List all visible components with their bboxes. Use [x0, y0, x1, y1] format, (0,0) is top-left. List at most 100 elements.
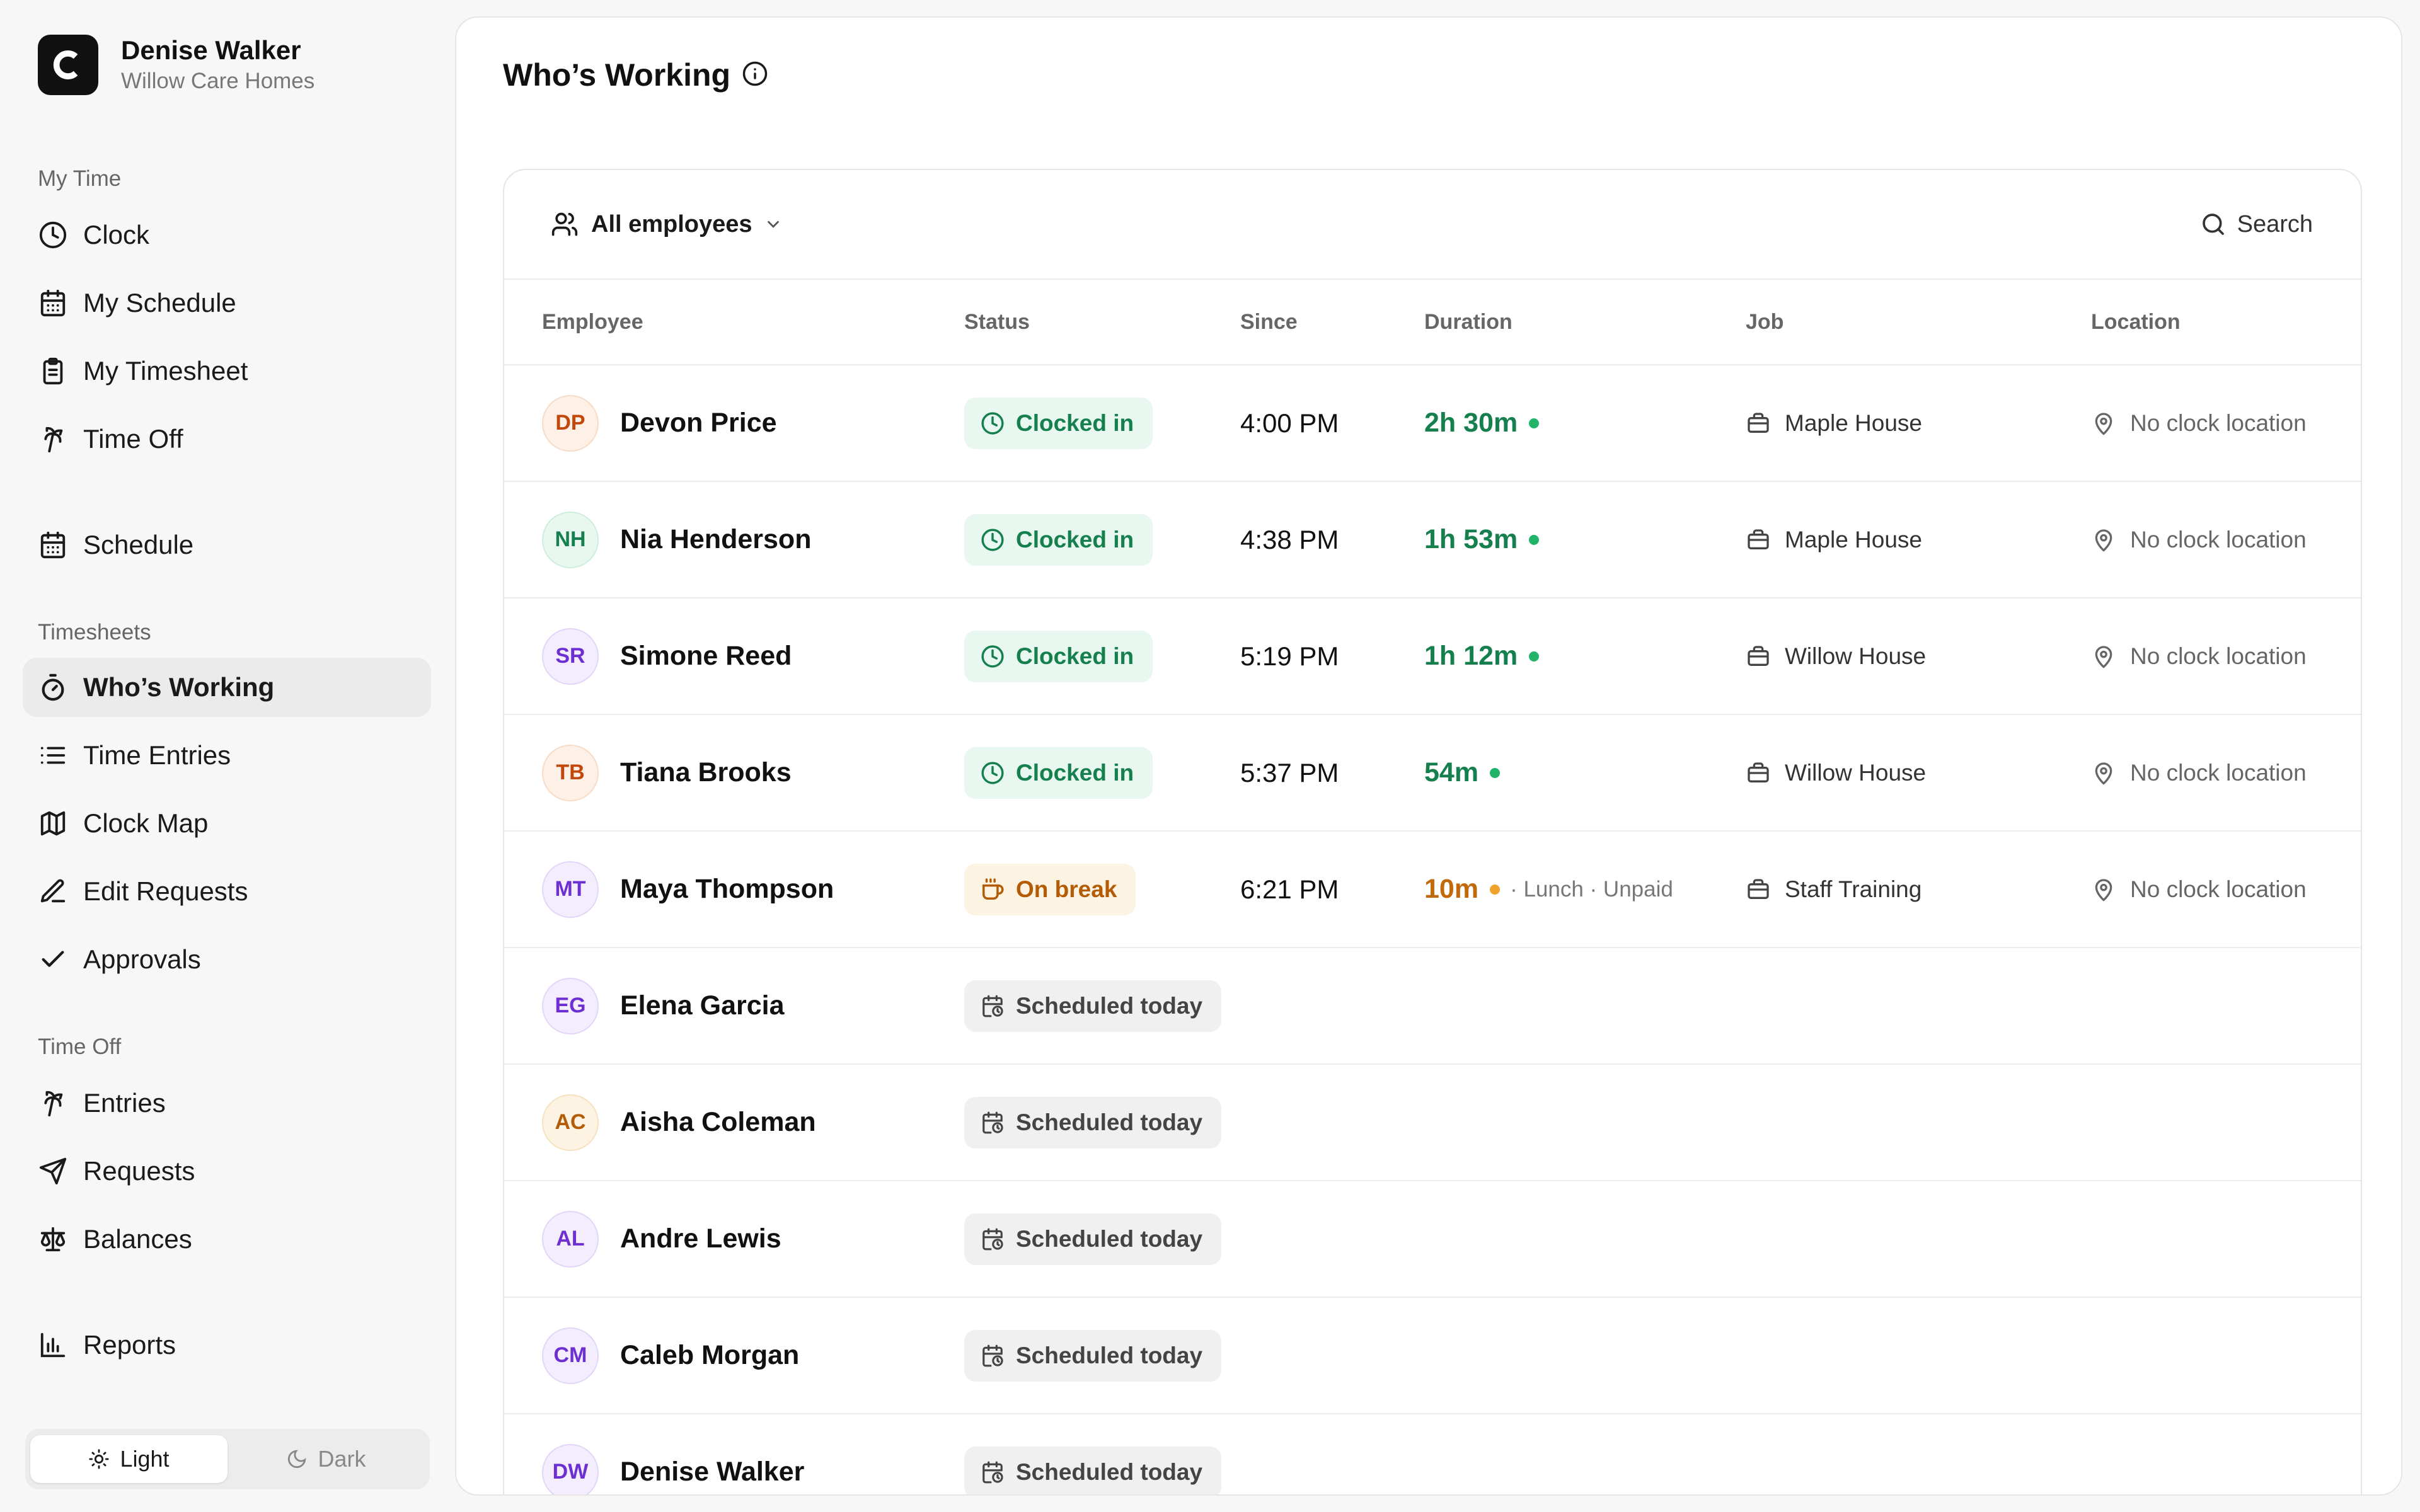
moon-icon: [288, 1450, 306, 1469]
sidebar-item-entries[interactable]: Entries: [23, 1074, 431, 1133]
sidebar-item-time-entries[interactable]: Time Entries: [23, 726, 431, 785]
sidebar-item-label: Edit Requests: [83, 876, 248, 906]
sidebar-item-label: Time Entries: [83, 740, 231, 770]
sidebar-item-label: Clock Map: [83, 808, 209, 838]
calendar-icon: [38, 530, 68, 560]
send-icon: [38, 1156, 68, 1186]
duration-value: 1h 53m: [1424, 524, 1518, 554]
table-row[interactable]: NH Nia Henderson Clocked in 4:38 PM 1h 5…: [504, 482, 2361, 598]
sidebar-item-label: Schedule: [83, 530, 194, 559]
list-icon: [38, 740, 68, 770]
users-icon: [551, 212, 578, 236]
status-label: Scheduled today: [1016, 1458, 1203, 1485]
break-indicator-dot: [1490, 884, 1501, 895]
location-text: No clock location: [2130, 876, 2307, 902]
column-header-employee[interactable]: Employee: [504, 310, 964, 335]
employee-name: Tiana Brooks: [620, 757, 792, 788]
calendar-clock-icon: [982, 1461, 1003, 1483]
location-text: No clock location: [2130, 526, 2307, 553]
duration-value: 1h 12m: [1424, 641, 1518, 671]
since-time: 5:37 PM: [1240, 757, 1339, 788]
avatar: DW: [542, 1443, 599, 1494]
clock-icon: [981, 411, 1004, 435]
sidebar-item-label: Clock: [83, 220, 150, 249]
job-name: Willow House: [1785, 759, 1927, 786]
sidebar-item-edit-requests[interactable]: Edit Requests: [23, 862, 431, 921]
search-icon: [2202, 214, 2224, 235]
sidebar-item-schedule[interactable]: Schedule: [23, 515, 431, 575]
employee-name: Nia Henderson: [620, 524, 812, 554]
table-row[interactable]: SR Simone Reed Clocked in 5:19 PM 1h 12m…: [504, 598, 2361, 715]
column-header-job[interactable]: Job: [1746, 310, 2091, 335]
status-label: Clocked in: [1016, 526, 1134, 553]
table-row[interactable]: AL Andre Lewis Scheduled today: [504, 1181, 2361, 1298]
column-header-location[interactable]: Location: [2091, 310, 2181, 335]
table-row[interactable]: EG Elena Garcia Scheduled today: [504, 948, 2361, 1065]
table-row[interactable]: AC Aisha Coleman Scheduled today: [504, 1065, 2361, 1181]
theme-light-button[interactable]: Light: [30, 1435, 228, 1483]
sidebar-item-approvals[interactable]: Approvals: [23, 930, 431, 989]
clock-icon: [981, 761, 1004, 784]
since-time: 4:38 PM: [1240, 524, 1339, 554]
sun-icon: [89, 1449, 110, 1469]
app-logo: [38, 35, 98, 95]
sidebar-item-time-off[interactable]: Time Off: [23, 410, 431, 469]
employee-name: Devon Price: [620, 408, 777, 438]
employee-filter-dropdown[interactable]: All employees: [551, 210, 795, 238]
column-header-status[interactable]: Status: [964, 310, 1240, 335]
avatar: NH: [542, 511, 599, 568]
pencil-icon: [38, 876, 68, 907]
table-row[interactable]: MT Maya Thompson On break 6:21 PM 10m · …: [504, 832, 2361, 948]
table-row[interactable]: DP Devon Price Clocked in 4:00 PM 2h 30m…: [504, 365, 2361, 482]
employee-name: Caleb Morgan: [620, 1340, 800, 1370]
clock-icon: [38, 220, 68, 250]
calendar-clock-icon: [982, 1228, 1003, 1250]
briefcase-icon: [1748, 645, 1769, 666]
sidebar-item-label: My Timesheet: [83, 356, 248, 386]
active-indicator-dot: [1529, 534, 1540, 545]
table-row[interactable]: CM Caleb Morgan Scheduled today: [504, 1298, 2361, 1414]
avatar: TB: [542, 744, 599, 801]
calendar-clock-icon: [982, 1111, 1003, 1133]
table-row[interactable]: DW Denise Walker Scheduled today: [504, 1414, 2361, 1494]
status-label: Scheduled today: [1016, 1342, 1203, 1368]
sidebar-item-clock[interactable]: Clock: [23, 205, 431, 265]
sidebar-item-my-schedule[interactable]: My Schedule: [23, 273, 431, 333]
table-header: Employee Status Since Duration Job Locat…: [504, 280, 2361, 365]
sidebar-item-reports[interactable]: Reports: [23, 1315, 431, 1375]
sidebar: Denise Walker Willow Care Homes My Time …: [0, 0, 454, 1512]
sidebar-item-requests[interactable]: Requests: [23, 1142, 431, 1201]
map-icon: [38, 808, 68, 839]
sidebar-item-my-timesheet[interactable]: My Timesheet: [23, 341, 431, 401]
bar-chart-icon: [38, 1330, 68, 1360]
search-button[interactable]: Search: [2201, 211, 2313, 238]
calendar-icon: [38, 288, 68, 318]
column-header-since[interactable]: Since: [1240, 310, 1424, 335]
chevron-down-icon: [767, 220, 779, 228]
active-indicator-dot: [1490, 767, 1501, 778]
job-name: Staff Training: [1785, 876, 1922, 902]
briefcase-icon: [1748, 762, 1769, 782]
sidebar-item-whos-working[interactable]: Who’s Working: [23, 658, 431, 717]
main-panel: Who’s Working All employees Search Emplo…: [455, 16, 2402, 1496]
employee-name: Andre Lewis: [620, 1223, 781, 1254]
status-label: Scheduled today: [1016, 992, 1203, 1019]
briefcase-icon: [1748, 878, 1769, 899]
sidebar-item-clock-map[interactable]: Clock Map: [23, 794, 431, 853]
column-header-duration[interactable]: Duration: [1424, 310, 1746, 335]
status-badge: Scheduled today: [964, 1096, 1222, 1148]
info-icon[interactable]: [742, 60, 768, 90]
status-badge: Clocked in: [964, 747, 1153, 799]
avatar: AL: [542, 1210, 599, 1268]
status-badge: Scheduled today: [964, 980, 1222, 1032]
employee-name: Maya Thompson: [620, 874, 834, 904]
account-switcher[interactable]: Denise Walker Willow Care Homes: [38, 34, 314, 96]
location-text: No clock location: [2130, 410, 2307, 436]
map-pin-icon: [2095, 412, 2112, 435]
status-badge: Scheduled today: [964, 1446, 1222, 1494]
table-row[interactable]: TB Tiana Brooks Clocked in 5:37 PM 54m W…: [504, 715, 2361, 832]
sidebar-item-balances[interactable]: Balances: [23, 1210, 431, 1269]
status-badge: Clocked in: [964, 397, 1153, 449]
theme-dark-button[interactable]: Dark: [228, 1435, 425, 1483]
map-pin-icon: [2095, 645, 2112, 668]
